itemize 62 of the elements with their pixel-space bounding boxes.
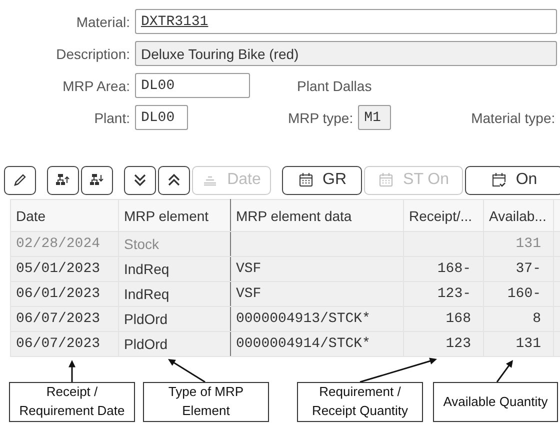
input-field[interactable]: M1 bbox=[358, 105, 392, 130]
column-header[interactable]: MRP element data bbox=[230, 200, 404, 232]
table-cell: 0000004913/STCK* bbox=[236, 311, 370, 327]
plant-name: Plant Dallas bbox=[297, 78, 372, 94]
table-cell: 37- bbox=[516, 261, 541, 277]
field-label: MRP type: bbox=[288, 110, 354, 126]
table-cell: 168- bbox=[437, 261, 471, 277]
calendar-icon bbox=[378, 172, 394, 188]
table-cell: 05/01/2023 bbox=[16, 261, 100, 277]
hierarchy-up-icon bbox=[55, 172, 71, 188]
field-label: Plant: bbox=[93, 110, 131, 126]
chevrons-down-icon bbox=[132, 172, 148, 188]
material-field[interactable]: DXTR3131 bbox=[135, 9, 557, 34]
table-cell: IndReq bbox=[124, 286, 170, 302]
pencil-icon bbox=[12, 172, 28, 188]
table-cell: 8 bbox=[532, 311, 541, 327]
column-header[interactable]: Date bbox=[10, 200, 118, 232]
toolbar-button[interactable]: GR bbox=[282, 166, 362, 194]
table-cell: 123- bbox=[437, 286, 471, 302]
chevrons-down-button[interactable] bbox=[124, 166, 156, 194]
chevrons-up-icon bbox=[166, 172, 182, 188]
input-field[interactable]: DL00 bbox=[135, 73, 250, 98]
chevrons-up-button[interactable] bbox=[158, 166, 190, 194]
table-cell: 160- bbox=[507, 286, 541, 302]
input-field[interactable]: Deluxe Touring Bike (red) bbox=[135, 41, 557, 66]
table-cell: 168 bbox=[446, 311, 471, 327]
table-cell: 06/07/2023 bbox=[16, 311, 100, 327]
arrow bbox=[168, 359, 206, 383]
callout-box: Type of MRP Element bbox=[143, 382, 269, 422]
table-cell: 131 bbox=[516, 236, 541, 252]
callout-box: Requirement / Receipt Quantity bbox=[297, 382, 423, 422]
field-label: Material type: bbox=[471, 110, 556, 126]
table-cell: VSF bbox=[236, 286, 262, 302]
table-cell: 123 bbox=[446, 336, 471, 352]
calendar-check-icon bbox=[490, 172, 507, 188]
hierarchy-down-button[interactable] bbox=[81, 166, 113, 194]
table-cell: 131 bbox=[516, 336, 541, 352]
table-cell: Stock bbox=[124, 236, 160, 252]
table-cell: 06/01/2023 bbox=[16, 286, 100, 302]
column-header[interactable]: MRP element bbox=[118, 200, 230, 232]
table-cell: 06/07/2023 bbox=[16, 336, 100, 352]
table-cell: 02/28/2024 bbox=[16, 236, 100, 252]
field-label: Material: bbox=[75, 14, 131, 30]
table-cell: IndReq bbox=[124, 261, 170, 277]
callout-box: Receipt / Requirement Date bbox=[9, 382, 135, 422]
hierarchy-down-icon bbox=[89, 172, 105, 188]
table-cell: PldOrd bbox=[124, 336, 168, 352]
pencil-button[interactable] bbox=[4, 166, 36, 194]
table-cell: PldOrd bbox=[124, 311, 168, 327]
column-header[interactable]: Availab... bbox=[484, 200, 554, 232]
input-field[interactable]: DL00 bbox=[135, 105, 188, 130]
arrow bbox=[496, 360, 513, 382]
toolbar-button[interactable]: On bbox=[465, 166, 560, 194]
table-cell: 0000004914/STCK* bbox=[236, 336, 370, 352]
column-header[interactable]: Receipt/... bbox=[404, 200, 484, 232]
arrow bbox=[68, 360, 76, 382]
field-label: MRP Area: bbox=[62, 78, 131, 94]
hierarchy-up-button[interactable] bbox=[47, 166, 79, 194]
calendar-icon bbox=[298, 172, 314, 188]
table-cell: VSF bbox=[236, 261, 262, 277]
callout-box: Available Quantity bbox=[433, 382, 558, 422]
field-label: Description: bbox=[55, 46, 131, 62]
